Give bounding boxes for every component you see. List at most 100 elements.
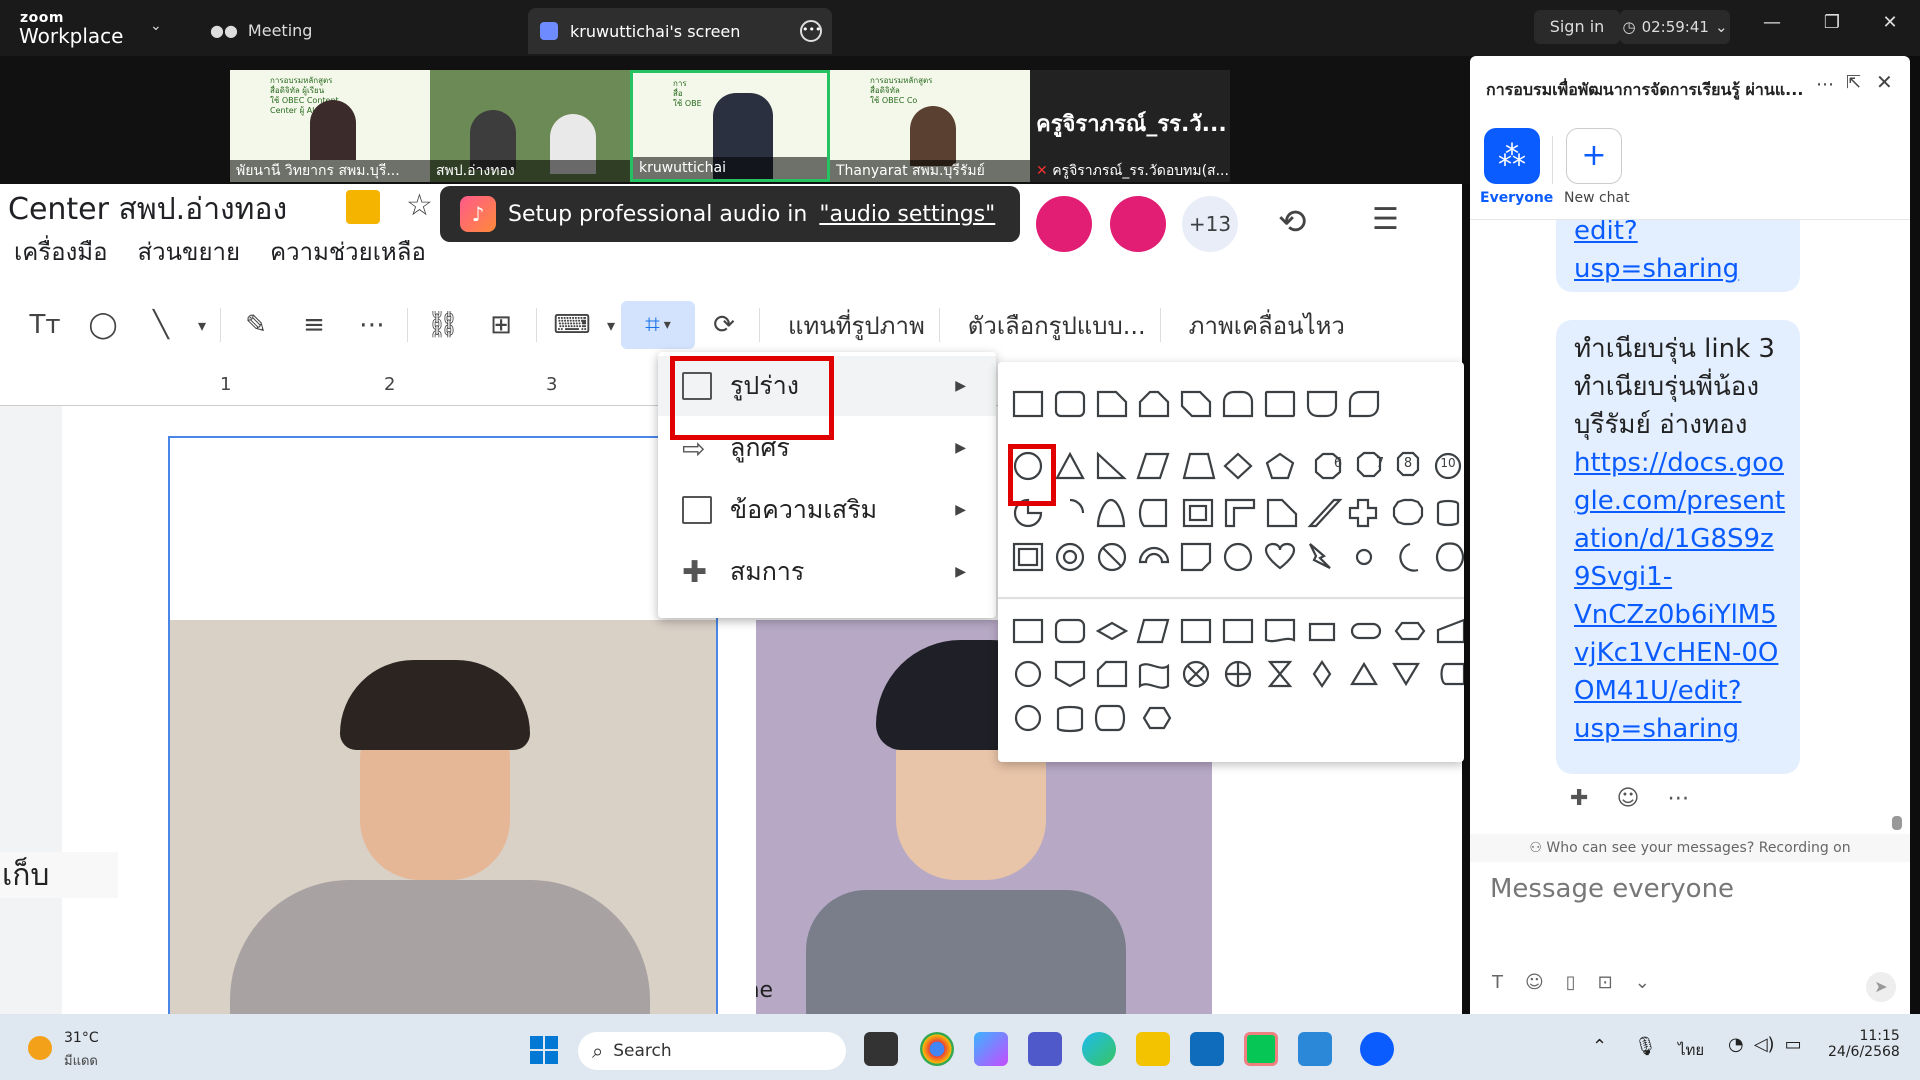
- send-icon[interactable]: ➤: [1866, 972, 1896, 1002]
- chat-link[interactable]: https://docs.goo: [1574, 444, 1784, 482]
- edge-icon[interactable]: [1082, 1032, 1116, 1066]
- chat-link[interactable]: usp=sharing: [1574, 250, 1782, 288]
- taskbar-search[interactable]: ⌕ Search: [578, 1032, 846, 1070]
- menu-extensions[interactable]: ส่วนขยาย: [138, 232, 241, 271]
- minimize-icon[interactable]: —: [1752, 12, 1792, 33]
- format-options-button[interactable]: ตัวเลือกรูปแบบ...: [960, 306, 1154, 345]
- shape-icon[interactable]: ◯: [74, 310, 132, 340]
- audio-settings-link[interactable]: "audio settings": [819, 202, 995, 227]
- chat-link[interactable]: ation/d/1G8S9z: [1574, 520, 1782, 558]
- microphone-icon[interactable]: 🎙: [1634, 1036, 1657, 1057]
- sign-in-button[interactable]: Sign in: [1534, 10, 1620, 44]
- comments-icon[interactable]: ☰: [1372, 202, 1399, 237]
- chat-link[interactable]: edit?: [1574, 220, 1782, 250]
- link-icon[interactable]: ⛓: [414, 310, 472, 340]
- chevron-up-icon[interactable]: ⌃: [1592, 1036, 1607, 1057]
- more-collaborators-badge[interactable]: +13: [1182, 196, 1238, 252]
- meeting-timer[interactable]: ◷ 02:59:41 ⌄: [1620, 10, 1730, 44]
- weather-temp[interactable]: 31°C: [64, 1030, 99, 1046]
- text-box-icon[interactable]: Tт: [16, 310, 74, 340]
- format-text-icon[interactable]: T: [1492, 972, 1503, 993]
- language-indicator[interactable]: ไทย: [1678, 1038, 1704, 1062]
- chat-scrollbar[interactable]: [1892, 816, 1902, 830]
- photo-image[interactable]: [170, 620, 716, 1014]
- taskbar-clock[interactable]: 11:15 24/6/2568: [1828, 1028, 1900, 1060]
- flowchart-sort-shape: [1312, 660, 1332, 688]
- new-chat-icon[interactable]: +: [1566, 128, 1622, 184]
- star-icon[interactable]: ☆: [406, 188, 433, 223]
- restore-icon[interactable]: ❐: [1812, 12, 1852, 33]
- decagon-label: 8: [1403, 456, 1413, 471]
- chrome-icon[interactable]: [920, 1032, 954, 1066]
- chat-link[interactable]: vjKc1VcHEN-0O: [1574, 634, 1782, 672]
- participant-tile[interactable]: การอบรมหลักสูตร สื่อดิจิทัล ใช้ OBEC Co Th…: [830, 70, 1030, 182]
- chat-link[interactable]: 9Svgi1-: [1574, 558, 1782, 596]
- more-options-icon[interactable]: •••: [800, 20, 822, 42]
- tab-new-chat[interactable]: New chat: [1564, 190, 1630, 206]
- add-comment-icon[interactable]: ⊞: [472, 310, 530, 340]
- animation-button[interactable]: ภาพเคลื่อนไหว: [1181, 306, 1353, 345]
- chat-link[interactable]: OM41U/edit?: [1574, 672, 1782, 710]
- avatar[interactable]: [1110, 196, 1166, 252]
- line-weight-icon[interactable]: ≡: [285, 310, 343, 340]
- move-to-drive-icon[interactable]: [346, 190, 380, 224]
- file-icon[interactable]: ▯: [1566, 972, 1576, 993]
- photos-icon[interactable]: [1298, 1032, 1332, 1066]
- screen-share-tab[interactable]: kruwuttichai's screen •••: [528, 8, 832, 54]
- avatar[interactable]: [1036, 196, 1092, 252]
- teams-icon[interactable]: [1028, 1032, 1062, 1066]
- more-options-icon[interactable]: ⋯: [1667, 786, 1689, 811]
- system-tray[interactable]: ◔ ◁) ▭: [1728, 1034, 1802, 1055]
- pen-icon[interactable]: ✎: [227, 310, 285, 340]
- participant-tile-no-video[interactable]: ครูจิราภรณ์_รร.วั... ✕ ครูจิราภรณ์_รร.วั…: [1030, 70, 1230, 182]
- zoom-icon[interactable]: [1360, 1032, 1394, 1066]
- history-icon[interactable]: ⟲: [1278, 202, 1307, 242]
- mail-icon[interactable]: [1190, 1032, 1224, 1066]
- line-icon[interactable]: ╲: [132, 310, 190, 340]
- everyone-chat-icon[interactable]: ⁂: [1484, 128, 1540, 184]
- replace-image-button[interactable]: แทนที่รูปภาพ: [780, 306, 933, 345]
- line-dash-icon[interactable]: ⋯: [343, 310, 401, 340]
- participant-tile[interactable]: การอบรมหลักสูตร สื่อดิจิทัล ผู้เรียน ใช้ O…: [230, 70, 430, 182]
- privacy-notice[interactable]: ⚇ Who can see your messages? Recording o…: [1470, 834, 1910, 862]
- chat-messages[interactable]: edit? usp=sharing ทำเนียบรุ่น link 3 ทำเ…: [1470, 220, 1910, 810]
- emoji-reaction-icon[interactable]: ☺: [1616, 786, 1639, 811]
- menu-tools[interactable]: เครื่องมือ: [14, 232, 108, 271]
- menu-item-equations[interactable]: ✚ สมการ ▶: [658, 542, 996, 602]
- chevron-down-icon[interactable]: ⌄: [1635, 972, 1650, 993]
- participant-tile[interactable]: สพป.อ่างทอง: [430, 70, 630, 182]
- participant-tile-active[interactable]: การ สื่อ ใช้ OBE kruwuttichai: [630, 70, 830, 182]
- chevron-down-icon[interactable]: ▾: [601, 316, 621, 335]
- meeting-tab[interactable]: ●● Meeting: [210, 14, 312, 46]
- message-input[interactable]: Message everyone: [1490, 874, 1734, 904]
- more-options-icon[interactable]: ⋯: [1816, 74, 1834, 95]
- windows-start-icon[interactable]: [530, 1036, 558, 1064]
- line-icon[interactable]: [1244, 1032, 1278, 1066]
- chevron-down-icon[interactable]: ⌄: [150, 18, 162, 34]
- flowchart-predefined-shape: [1180, 618, 1212, 644]
- reply-icon[interactable]: ✚: [1570, 786, 1588, 811]
- chevron-down-icon[interactable]: ▾: [190, 316, 214, 335]
- sun-icon[interactable]: [28, 1036, 52, 1060]
- crop-button[interactable]: ⌗ ▾: [621, 301, 695, 349]
- weather-condition[interactable]: มีแดด: [64, 1050, 98, 1071]
- close-icon[interactable]: ✕: [1876, 70, 1893, 94]
- chat-link[interactable]: gle.com/present: [1574, 482, 1785, 520]
- screenshot-icon[interactable]: ⊡: [1598, 972, 1613, 993]
- close-icon[interactable]: ✕: [1870, 12, 1910, 33]
- audio-settings-toast[interactable]: ♪ Setup professional audio in "audio set…: [440, 186, 1020, 242]
- tab-everyone[interactable]: Everyone: [1480, 190, 1553, 206]
- pop-out-icon[interactable]: ⇱: [1846, 72, 1861, 93]
- hair-shape: [340, 660, 530, 750]
- participant-video: [910, 106, 956, 166]
- menu-item-callouts[interactable]: ข้อความเสริม ▶: [658, 480, 996, 540]
- keyboard-icon[interactable]: ⌨: [543, 310, 601, 340]
- emoji-icon[interactable]: ☺: [1525, 972, 1544, 993]
- menu-help[interactable]: ความช่วยเหลือ: [270, 232, 426, 271]
- reset-image-icon[interactable]: ⟳: [695, 310, 753, 340]
- copilot-icon[interactable]: [974, 1032, 1008, 1066]
- file-explorer-icon[interactable]: [1136, 1032, 1170, 1066]
- chat-link[interactable]: usp=sharing: [1574, 710, 1782, 748]
- task-view-icon[interactable]: [864, 1032, 898, 1066]
- chat-link[interactable]: VnCZz0b6iYlM5: [1574, 596, 1782, 634]
